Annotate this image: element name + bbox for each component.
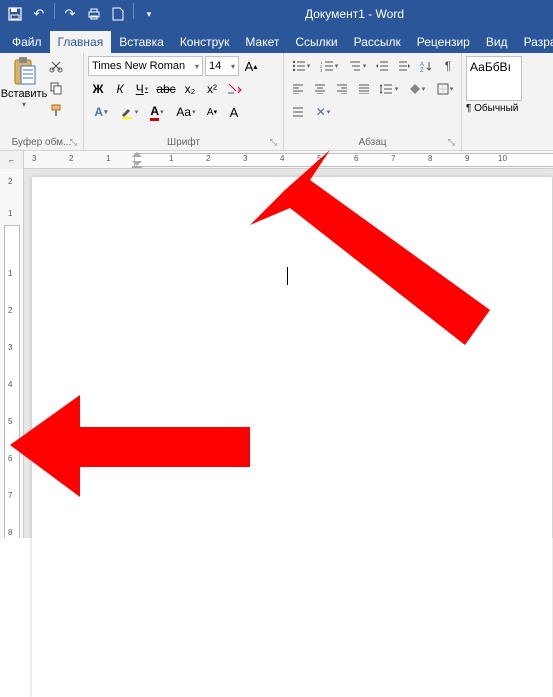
cut-button[interactable] [46, 56, 66, 76]
quick-print-button[interactable] [83, 3, 105, 25]
tab-view[interactable]: Вид [478, 31, 516, 53]
borders-button[interactable]: ▾ [432, 79, 458, 99]
align-center-button[interactable] [310, 79, 330, 99]
grow-font2-button[interactable]: A [224, 102, 244, 122]
undo-button[interactable]: ↶ [28, 3, 50, 25]
align-right-button[interactable] [332, 79, 352, 99]
qat-separator [133, 3, 134, 19]
multilevel-button[interactable]: ▾ [344, 56, 370, 76]
asian-layout-button[interactable]: ✕▾ [310, 102, 336, 122]
grow-font-button[interactable]: A▴ [241, 56, 261, 76]
vertical-ruler[interactable]: 2 1 1 2 3 4 5 6 7 8 [0, 169, 24, 538]
line-spacing-button[interactable]: ▾ [376, 79, 402, 99]
qat-customize-button[interactable]: ▾ [138, 3, 160, 25]
chevron-down-icon: ▾ [195, 62, 199, 71]
font-name-combo[interactable]: Times New Roman▾ [88, 56, 203, 76]
group-font: Times New Roman▾ 14▾ A▴ Ж К Ч▾ abc x₂ x² [84, 53, 284, 150]
tab-references[interactable]: Ссылки [287, 31, 345, 53]
sort-button[interactable]: AZ [416, 56, 436, 76]
copy-button[interactable] [46, 78, 66, 98]
subscript-button[interactable]: x₂ [180, 79, 200, 99]
group-label-styles [466, 146, 544, 150]
tab-file[interactable]: Файл [4, 31, 50, 53]
clipboard-launcher-icon[interactable]: ⤡ [70, 137, 77, 148]
tab-design[interactable]: Конструк [172, 31, 238, 53]
svg-text:3: 3 [320, 68, 323, 72]
save-button[interactable] [4, 3, 26, 25]
underline-button[interactable]: Ч▾ [132, 79, 152, 99]
redo-button[interactable]: ↷ [59, 3, 81, 25]
ribbon-tabs: Файл Главная Вставка Конструк Макет Ссыл… [0, 28, 553, 53]
tab-mailings[interactable]: Рассылк [346, 31, 409, 53]
tab-insert[interactable]: Вставка [111, 31, 172, 53]
new-doc-button[interactable] [107, 3, 129, 25]
paste-label: Вставить [1, 88, 48, 100]
bullets-button[interactable]: ▾ [288, 56, 314, 76]
ruler-corner[interactable]: ⌐ [0, 151, 24, 169]
superscript-button[interactable]: x² [202, 79, 222, 99]
align-left-button[interactable] [288, 79, 308, 99]
document-title: Документ1 - Word [160, 7, 549, 21]
chevron-down-icon: ▾ [231, 62, 235, 71]
group-label-paragraph: Абзац ⤡ [288, 135, 457, 150]
group-label-font: Шрифт ⤡ [88, 135, 279, 150]
clear-formatting-button[interactable] [224, 79, 244, 99]
shrink-font-button[interactable]: A▾ [202, 102, 222, 122]
tab-layout[interactable]: Макет [237, 31, 287, 53]
show-marks-button[interactable]: ¶ [438, 56, 458, 76]
ruler-row: ⌐ 3 2 1 1 2 3 4 5 6 7 8 9 10 [0, 151, 553, 169]
text-cursor [287, 267, 288, 285]
highlight-button[interactable]: ▾ [116, 102, 142, 122]
tab-developer[interactable]: Разработ [516, 31, 553, 53]
quick-access-toolbar: ↶ ↷ ▾ [4, 3, 160, 25]
font-launcher-icon[interactable]: ⤡ [270, 137, 277, 148]
numbering-button[interactable]: 123▾ [316, 56, 342, 76]
font-color-button[interactable]: A▾ [144, 102, 170, 122]
group-paragraph: ▾ 123▾ ▾ AZ ¶ ▾ ▾ ▾ [284, 53, 462, 150]
italic-button[interactable]: К [110, 79, 130, 99]
indent-marker-icon[interactable] [131, 151, 143, 168]
increase-indent-button[interactable] [394, 56, 414, 76]
justify-button[interactable] [354, 79, 374, 99]
font-size-combo[interactable]: 14▾ [205, 56, 239, 76]
shading-button[interactable]: ▾ [404, 79, 430, 99]
strikethrough-button[interactable]: abc [154, 79, 178, 99]
group-label-clipboard: Буфер обм... ⤡ [4, 135, 79, 150]
document-page[interactable] [32, 177, 552, 697]
group-styles: АаБбВı ¶ Обычный [462, 53, 548, 150]
horizontal-ruler[interactable]: 3 2 1 1 2 3 4 5 6 7 8 9 10 [24, 151, 553, 168]
titlebar: ↶ ↷ ▾ Документ1 - Word [0, 0, 553, 28]
ribbon: Вставить ▾ Буфер обм... ⤡ [0, 53, 553, 151]
distributed-button[interactable] [288, 102, 308, 122]
paragraph-launcher-icon[interactable]: ⤡ [448, 137, 455, 148]
content-area: 2 1 1 2 3 4 5 6 7 8 [0, 169, 553, 538]
paste-button[interactable]: Вставить ▾ [4, 56, 44, 135]
style-normal-label: ¶ Обычный [466, 103, 522, 114]
tab-review[interactable]: Рецензир [409, 31, 478, 53]
tab-home[interactable]: Главная [50, 31, 112, 53]
decrease-indent-button[interactable] [372, 56, 392, 76]
svg-text:Z: Z [420, 68, 424, 72]
style-normal-preview[interactable]: АаБбВı [466, 56, 522, 101]
format-painter-button[interactable] [46, 100, 66, 120]
change-case-button[interactable]: Aa▾ [172, 102, 200, 122]
text-effects-button[interactable]: A▾ [88, 102, 114, 122]
bold-button[interactable]: Ж [88, 79, 108, 99]
page-viewport[interactable] [24, 169, 553, 538]
qat-separator [54, 3, 55, 19]
group-clipboard: Вставить ▾ Буфер обм... ⤡ [0, 53, 84, 150]
